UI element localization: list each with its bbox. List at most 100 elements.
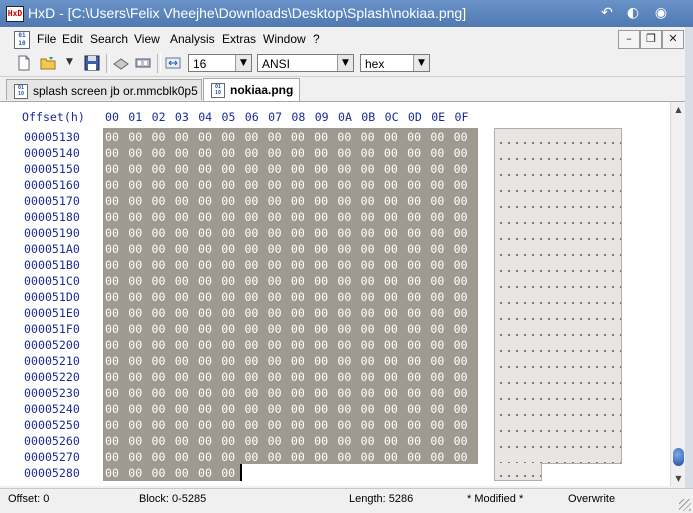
- menu-file[interactable]: File: [37, 32, 56, 46]
- text-pane-last-row[interactable]: [494, 463, 542, 481]
- hex-row[interactable]: 00 00 00 00 00 00 00 00 00 00 00 00 00 0…: [105, 258, 468, 272]
- menu-help[interactable]: ?: [313, 32, 320, 46]
- hex-row[interactable]: 00 00 00 00 00 00 00 00 00 00 00 00 00 0…: [105, 418, 468, 432]
- toolbar-separator: [106, 54, 110, 73]
- open-folder-icon[interactable]: [40, 55, 56, 71]
- menu-edit[interactable]: Edit: [62, 32, 83, 46]
- disk-icon[interactable]: [113, 55, 129, 71]
- row-offset: 000051A0: [24, 242, 80, 256]
- hex-row[interactable]: 00 00 00 00 00 00 00 00 00 00 00 00 00 0…: [105, 434, 468, 448]
- column-header-cell: 0D: [407, 110, 422, 124]
- row-offset: 00005220: [24, 370, 80, 384]
- status-mode[interactable]: Overwrite: [568, 493, 615, 505]
- hex-row[interactable]: 00 00 00 00 00 00 00 00 00 00 00 00 00 0…: [105, 146, 468, 160]
- bytes-per-row-select[interactable]: 16 ▼: [188, 54, 252, 72]
- vertical-scrollbar[interactable]: ▲ ▼: [670, 102, 686, 486]
- row-offset: 000051F0: [24, 322, 80, 336]
- hex-row[interactable]: 00 00 00 00 00 00 00 00 00 00 00 00 00 0…: [105, 306, 468, 320]
- offset-header: Offset(h): [22, 110, 85, 124]
- text-pane[interactable]: [494, 128, 622, 464]
- hex-row[interactable]: 00 00 00 00 00 00: [105, 466, 235, 480]
- status-modified: * Modified *: [467, 493, 524, 505]
- hex-row[interactable]: 00 00 00 00 00 00 00 00 00 00 00 00 00 0…: [105, 130, 468, 144]
- toolbar: ▼ 16 ▼ ANSI ▼ hex ▼: [0, 51, 693, 77]
- columns-icon: [165, 57, 181, 69]
- tab-nokiaa[interactable]: 01 10 nokiaa.png: [203, 78, 300, 101]
- menu-analysis[interactable]: Analysis: [170, 32, 215, 46]
- hex-row[interactable]: 00 00 00 00 00 00 00 00 00 00 00 00 00 0…: [105, 274, 468, 288]
- chevron-down-icon[interactable]: ▼: [337, 55, 353, 71]
- status-length: Length: 5286: [349, 493, 414, 505]
- row-offset: 000051B0: [24, 258, 80, 272]
- status-block: Block: 0-5285: [139, 493, 207, 505]
- column-header-cell: 04: [198, 110, 213, 124]
- window-title: HxD - [C:\Users\Felix Vheejhe\Downloads\…: [28, 5, 467, 21]
- save-icon[interactable]: [84, 55, 100, 71]
- hex-row[interactable]: 00 00 00 00 00 00 00 00 00 00 00 00 00 0…: [105, 370, 468, 384]
- hex-row[interactable]: 00 00 00 00 00 00 00 00 00 00 00 00 00 0…: [105, 402, 468, 416]
- row-offset: 000051E0: [24, 306, 80, 320]
- restore-icon[interactable]: ◐: [622, 4, 644, 22]
- title-bar[interactable]: HxD HxD - [C:\Users\Felix Vheejhe\Downlo…: [0, 0, 693, 27]
- document-icon: 01 10: [211, 83, 225, 98]
- row-offset: 00005250: [24, 418, 80, 432]
- hex-row[interactable]: 00 00 00 00 00 00 00 00 00 00 00 00 00 0…: [105, 178, 468, 192]
- minimize-icon[interactable]: ↶: [596, 4, 618, 22]
- hex-row[interactable]: 00 00 00 00 00 00 00 00 00 00 00 00 00 0…: [105, 386, 468, 400]
- menu-view[interactable]: View: [134, 32, 160, 46]
- menu-window[interactable]: Window: [263, 32, 306, 46]
- hex-row[interactable]: 00 00 00 00 00 00 00 00 00 00 00 00 00 0…: [105, 290, 468, 304]
- chevron-down-icon[interactable]: ▼: [235, 55, 251, 71]
- row-offset: 00005160: [24, 178, 80, 192]
- document-icon: 01 10: [14, 84, 28, 99]
- close-icon[interactable]: ◉: [650, 4, 672, 22]
- column-header-cell: 03: [174, 110, 189, 124]
- hex-row[interactable]: 00 00 00 00 00 00 00 00 00 00 00 00 00 0…: [105, 338, 468, 352]
- row-offset: 00005280: [24, 466, 80, 480]
- bytes-per-row-value: 16: [193, 57, 207, 71]
- scroll-down-icon[interactable]: ▼: [671, 471, 686, 486]
- menu-bar: 01 10 File Edit Search View Analysis Extr…: [0, 27, 693, 52]
- column-header-cell: 05: [221, 110, 236, 124]
- mdi-minimize-icon[interactable]: –: [618, 30, 640, 49]
- hex-row[interactable]: 00 00 00 00 00 00 00 00 00 00 00 00 00 0…: [105, 162, 468, 176]
- column-header-cell: 01: [128, 110, 143, 124]
- menu-extras[interactable]: Extras: [222, 32, 256, 46]
- scroll-up-icon[interactable]: ▲: [671, 102, 686, 117]
- hex-row[interactable]: 00 00 00 00 00 00 00 00 00 00 00 00 00 0…: [105, 226, 468, 240]
- hex-row[interactable]: 00 00 00 00 00 00 00 00 00 00 00 00 00 0…: [105, 322, 468, 336]
- hxd-app-icon[interactable]: HxD: [6, 6, 24, 22]
- row-offset: 00005190: [24, 226, 80, 240]
- mdi-close-icon[interactable]: ✕: [662, 30, 684, 49]
- ram-icon[interactable]: [135, 55, 151, 71]
- hex-row[interactable]: 00 00 00 00 00 00 00 00 00 00 00 00 00 0…: [105, 242, 468, 256]
- hex-row[interactable]: 00 00 00 00 00 00 00 00 00 00 00 00 00 0…: [105, 450, 468, 464]
- hex-row[interactable]: 00 00 00 00 00 00 00 00 00 00 00 00 00 0…: [105, 354, 468, 368]
- mdi-restore-icon[interactable]: ❐: [640, 30, 662, 49]
- hex-editor-view[interactable]: Offset(h) 00 01 02 03 04 05 06 07 08 09 0A 0B 0C 0D 0E…: [0, 102, 685, 486]
- row-offset: 00005150: [24, 162, 80, 176]
- scroll-thumb[interactable]: [673, 448, 684, 466]
- status-bar: Offset: 0 Block: 0-5285 Length: 5286 * M…: [0, 488, 693, 513]
- hex-row[interactable]: 00 00 00 00 00 00 00 00 00 00 00 00 00 0…: [105, 210, 468, 224]
- row-offset: 00005140: [24, 146, 80, 160]
- open-dropdown-icon[interactable]: ▼: [66, 57, 73, 67]
- document-icon[interactable]: 01 10: [14, 31, 30, 49]
- new-file-icon[interactable]: [16, 55, 32, 71]
- column-header-cell: 0C: [384, 110, 399, 124]
- resize-grip-icon[interactable]: [679, 499, 691, 511]
- charset-select[interactable]: ANSI ▼: [257, 54, 354, 72]
- row-offset: 00005130: [24, 130, 80, 144]
- charset-value: ANSI: [262, 57, 291, 71]
- menu-search[interactable]: Search: [90, 32, 128, 46]
- chevron-down-icon[interactable]: ▼: [413, 55, 429, 71]
- row-offset: 00005240: [24, 402, 80, 416]
- row-offset: 00005270: [24, 450, 80, 464]
- column-header-cell: 0B: [361, 110, 376, 124]
- offset-base-select[interactable]: hex ▼: [360, 54, 430, 72]
- status-offset: Offset: 0: [8, 493, 50, 505]
- row-offset: 00005260: [24, 434, 80, 448]
- tab-splash-screen[interactable]: 01 10 splash screen jb or.mmcblk0p5: [6, 79, 202, 100]
- column-header-cell: 09: [314, 110, 329, 124]
- hex-row[interactable]: 00 00 00 00 00 00 00 00 00 00 00 00 00 0…: [105, 194, 468, 208]
